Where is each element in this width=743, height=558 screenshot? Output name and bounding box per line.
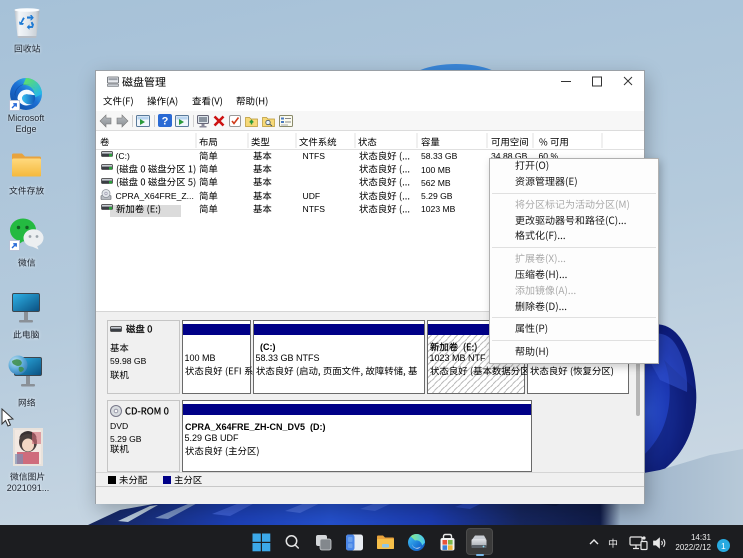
svg-text:?: ? [162, 116, 169, 128]
